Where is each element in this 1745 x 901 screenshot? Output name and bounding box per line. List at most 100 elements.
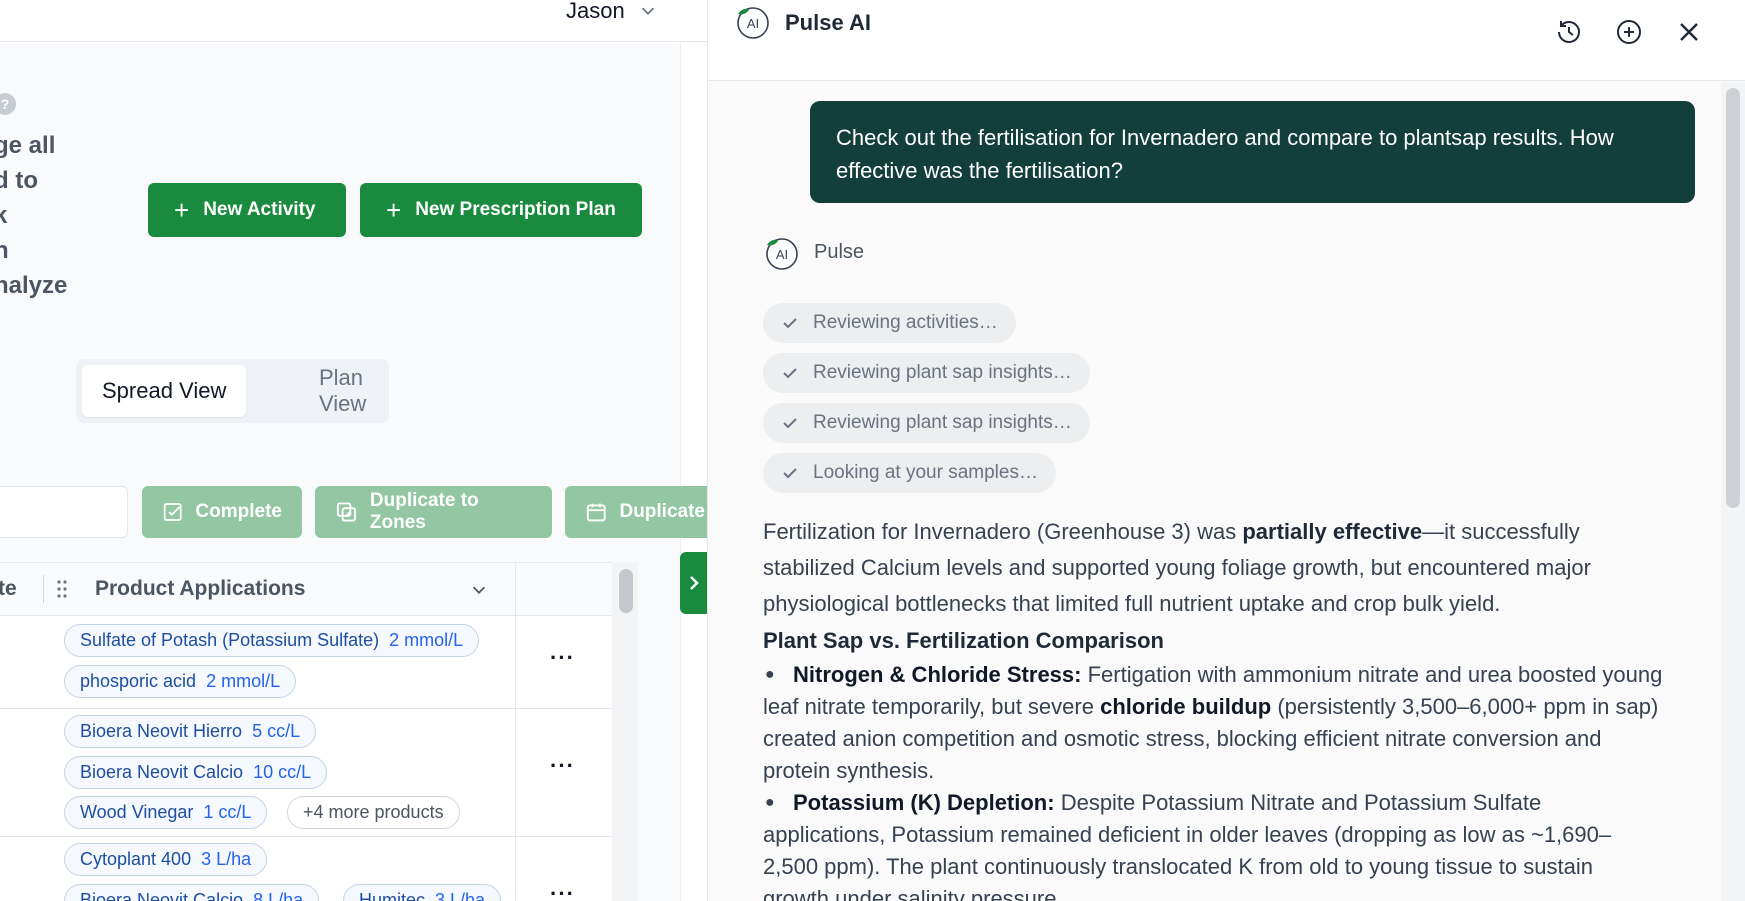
panel-title: Pulse AI <box>785 10 871 35</box>
page-description: ge all d to k n nalyze <box>0 132 68 299</box>
check-icon <box>783 418 797 429</box>
row-menu-button[interactable]: ··· <box>550 881 575 901</box>
new-prescription-plan-label: New Prescription Plan <box>415 199 616 220</box>
duplicate-label: Duplicate <box>619 501 705 522</box>
user-name: Jason <box>566 0 625 23</box>
svg-text:AI: AI <box>776 247 788 262</box>
product-dose: 2 mmol/L <box>206 671 281 691</box>
column-header-date[interactable]: te <box>0 577 17 601</box>
section-heading: Plant Sap vs. Fertilization Comparison <box>763 628 1164 653</box>
activities-table: te Product Applications Sulfate of Potas… <box>0 562 614 901</box>
content-divider <box>680 43 681 901</box>
product-dose: 2 mmol/L <box>389 630 464 650</box>
row-menu-button[interactable]: ··· <box>550 645 575 671</box>
main-app-area: Jason ? ge all d to k n nalyze + New Act… <box>0 0 707 901</box>
reasoning-step: Reviewing plant sap insights… <box>763 403 1090 443</box>
bullet-heading: Nitrogen & Chloride Stress: <box>793 662 1082 687</box>
plan-view-tab[interactable]: Plan View <box>319 365 389 417</box>
product-chip[interactable]: Bioera Neovit Calcio 10 cc/L <box>64 756 328 789</box>
product-dose: 1 cc/L <box>203 802 252 822</box>
answer-bullet-list: ● Nitrogen & Chloride Stress: Fertigation… <box>763 659 1663 901</box>
bullet-heading: Potassium (K) Depletion: <box>793 790 1055 815</box>
expand-panel-button[interactable] <box>680 552 707 614</box>
bullet-dot: ● <box>765 666 775 683</box>
chevron-right-icon <box>689 576 699 590</box>
product-chip[interactable]: Cytoplant 400 3 L/ha <box>64 843 268 876</box>
column-header-product-applications[interactable]: Product Applications <box>95 577 305 601</box>
more-products-chip[interactable]: +4 more products <box>287 796 460 829</box>
history-icon[interactable] <box>1554 17 1584 47</box>
step-label: Reviewing activities… <box>813 312 998 333</box>
new-activity-label: New Activity <box>203 199 316 220</box>
table-row[interactable]: Bioera Neovit Hierro 5 cc/L Bioera Neovi… <box>0 709 614 837</box>
check-icon <box>783 468 797 479</box>
step-label: Looking at your samples… <box>813 462 1038 483</box>
table-header: te Product Applications <box>0 563 614 616</box>
panel-scrollbar-thumb[interactable] <box>1726 88 1740 508</box>
check-icon <box>783 318 797 329</box>
product-dose: 8 L/ha <box>253 890 304 901</box>
product-chip[interactable]: Sulfate of Potash (Potassium Sulfate) 2 … <box>64 624 480 657</box>
column-separator <box>43 575 44 603</box>
duplicate-to-zones-label: Duplicate to Zones <box>369 490 479 533</box>
product-name: Cytoplant 400 <box>80 849 192 869</box>
complete-button[interactable]: Complete <box>142 486 302 538</box>
chevron-down-icon[interactable] <box>470 581 488 599</box>
duplicate-button[interactable]: Duplicate <box>565 486 707 538</box>
product-chip[interactable]: phosporic acid 2 mmol/L <box>64 665 297 698</box>
product-chip[interactable]: Wood Vinegar 1 cc/L <box>64 796 268 829</box>
chevron-down-icon <box>641 7 654 15</box>
product-name: Bioera Neovit Calcio <box>80 762 244 782</box>
view-toggle: Spread View Plan View <box>76 359 389 423</box>
complete-label: Complete <box>195 501 282 522</box>
plus-icon: + <box>386 195 402 225</box>
product-name: Bioera Neovit Hierro <box>80 721 243 741</box>
table-row[interactable]: Sulfate of Potash (Potassium Sulfate) 2 … <box>0 617 614 709</box>
step-label: Reviewing plant sap insights… <box>813 412 1072 433</box>
product-dose: 5 cc/L <box>252 721 301 741</box>
svg-text:AI: AI <box>747 16 759 31</box>
bullet-emphasis: chloride buildup <box>1100 694 1272 719</box>
product-dose: 3 L/ha <box>201 849 252 869</box>
list-item: ● Potassium (K) Depletion: Despite Potass… <box>763 787 1663 901</box>
product-dose: 3 L/ha <box>435 890 486 901</box>
product-chip[interactable]: Humitec 3 L/ha <box>343 884 502 901</box>
check-icon <box>783 368 797 379</box>
app-root: Jason ? ge all d to k n nalyze + New Act… <box>0 0 1745 901</box>
close-icon[interactable] <box>1674 17 1704 47</box>
step-label: Reviewing plant sap insights… <box>813 362 1072 383</box>
panel-header: AI Pulse AI <box>708 0 1745 81</box>
plus-icon: + <box>174 195 190 225</box>
row-menu-button[interactable]: ··· <box>550 753 575 779</box>
new-chat-icon[interactable] <box>1614 17 1644 47</box>
pulse-avatar-icon: AI <box>766 238 798 270</box>
ai-assistant-panel: AI Pulse AI Check out the fertilisation … <box>707 0 1745 901</box>
user-menu[interactable]: Jason <box>566 0 657 24</box>
drag-handle-icon[interactable] <box>56 578 68 600</box>
responder-name: Pulse <box>814 241 865 263</box>
table-scrollbar-thumb[interactable] <box>619 569 633 613</box>
answer-text: Fertilization for Invernadero (Greenhous… <box>763 519 1243 544</box>
reasoning-step: Looking at your samples… <box>763 453 1056 493</box>
product-chip[interactable]: Bioera Neovit Calcio 8 L/ha <box>64 884 320 901</box>
duplicate-icon <box>336 502 356 522</box>
answer-summary: Fertilization for Invernadero (Greenhous… <box>763 514 1663 622</box>
top-bar: Jason <box>0 0 707 42</box>
checkbox-icon <box>163 503 182 521</box>
product-name: phosporic acid <box>80 671 197 691</box>
search-input[interactable] <box>0 486 128 538</box>
table-row[interactable]: Cytoplant 400 3 L/ha Bioera Neovit Calci… <box>0 837 614 901</box>
product-chip[interactable]: Bioera Neovit Hierro 5 cc/L <box>64 715 317 748</box>
reasoning-step: Reviewing plant sap insights… <box>763 353 1090 393</box>
product-name: Sulfate of Potash (Potassium Sulfate) <box>80 630 380 650</box>
user-message-bubble: Check out the fertilisation for Invernad… <box>810 101 1695 203</box>
new-prescription-plan-button[interactable]: + New Prescription Plan <box>360 183 642 237</box>
list-item: ● Nitrogen & Chloride Stress: Fertigation… <box>763 659 1663 787</box>
product-name: Bioera Neovit Calcio <box>80 890 244 901</box>
spread-view-tab[interactable]: Spread View <box>82 365 247 417</box>
answer-emphasis: partially effective <box>1242 519 1423 544</box>
product-name: Humitec <box>359 890 426 901</box>
duplicate-to-zones-button[interactable]: Duplicate to Zones <box>315 486 552 538</box>
calendar-plus-icon <box>586 503 606 522</box>
new-activity-button[interactable]: + New Activity <box>148 183 346 237</box>
